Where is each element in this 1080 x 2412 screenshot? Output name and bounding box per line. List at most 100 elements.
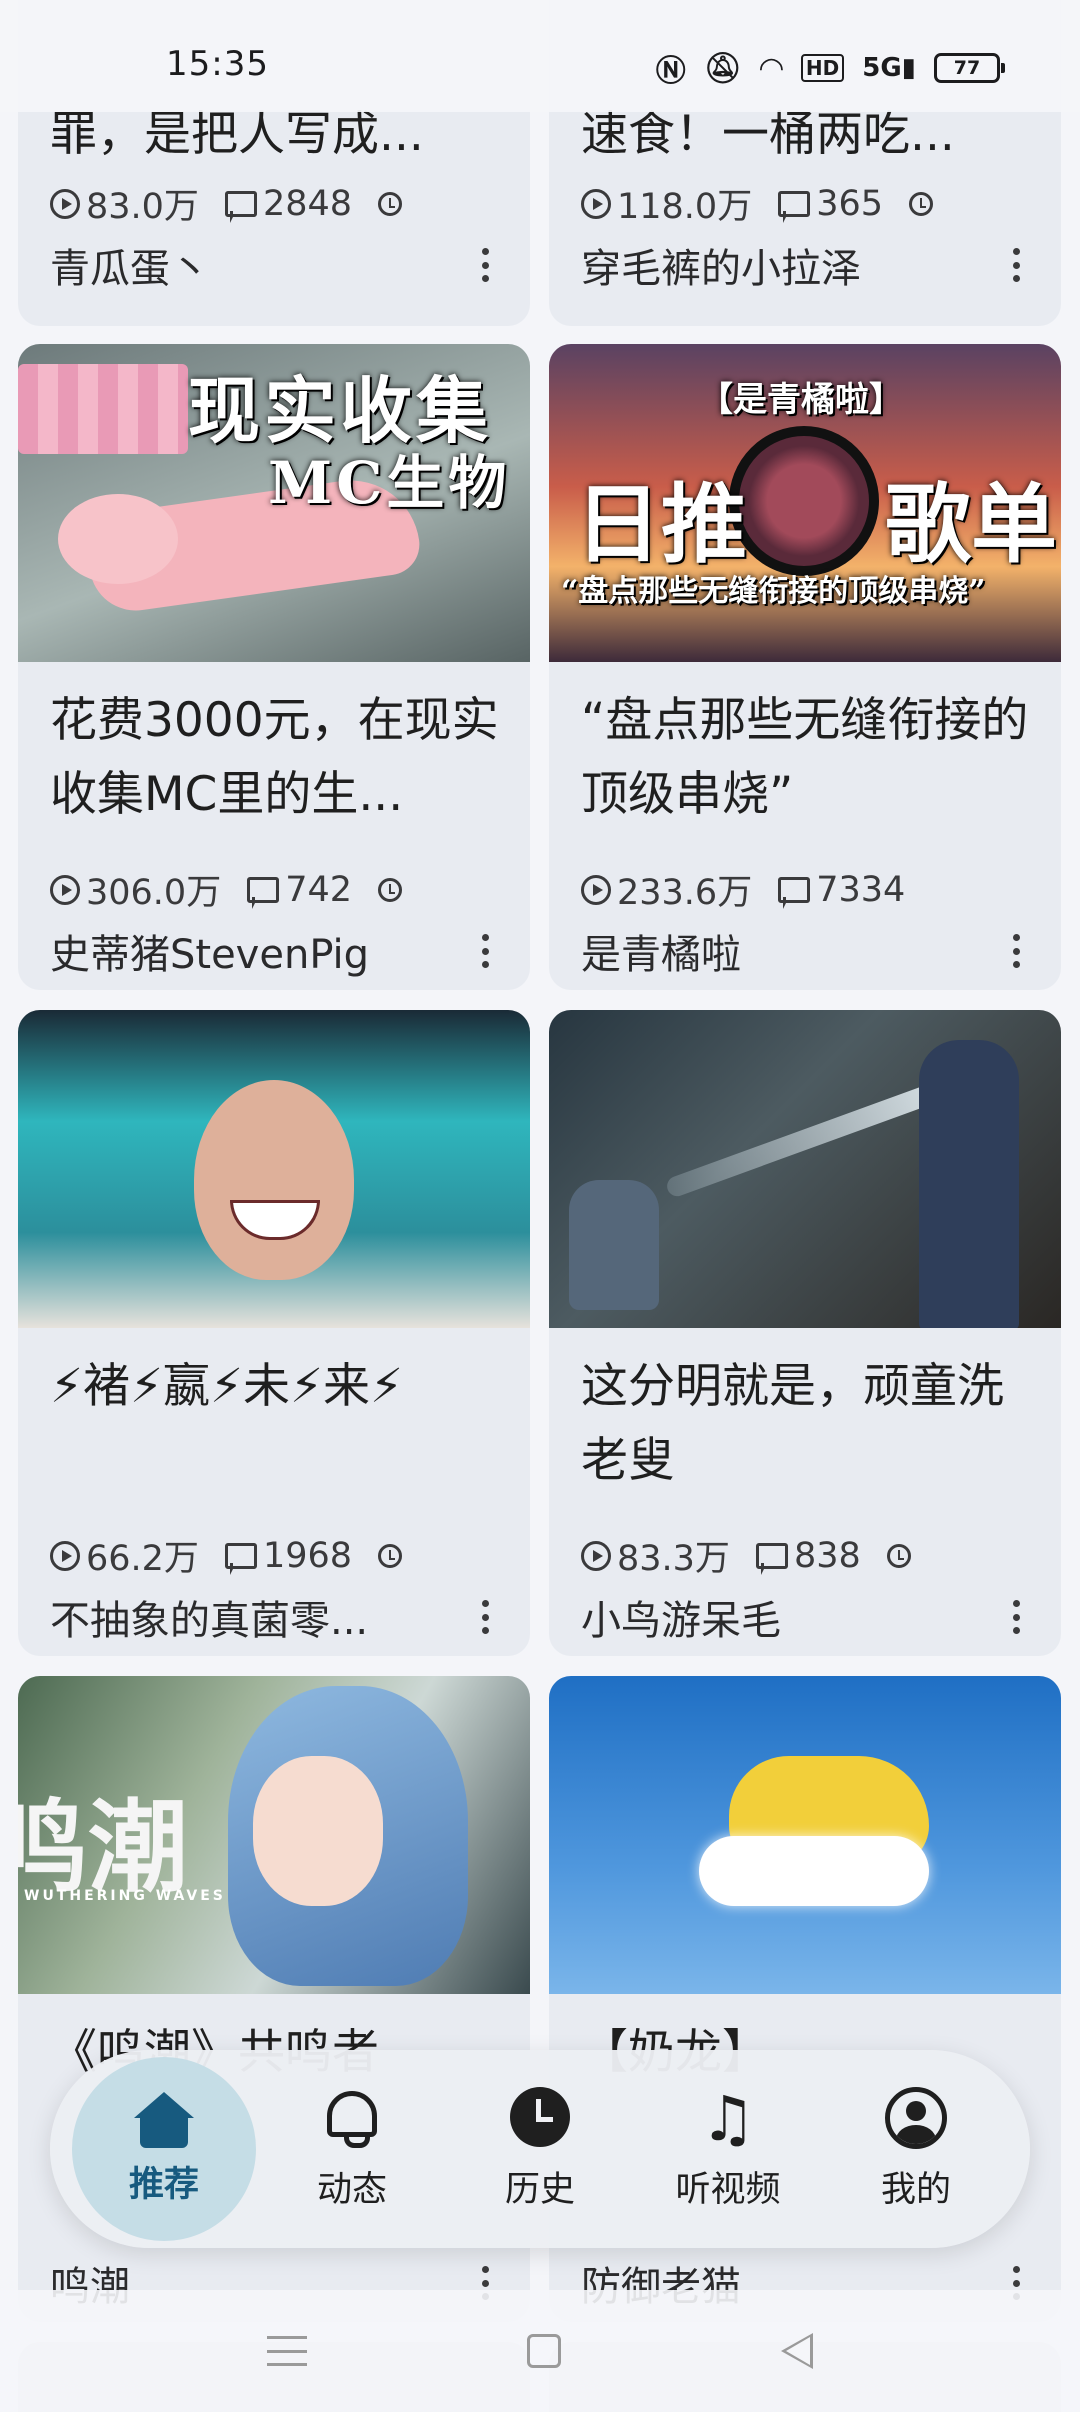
video-card[interactable]: 现实收集 MC生物 花费3000元，在现实收集MC里的生... 306.0万 7… [18, 344, 530, 990]
uploader-name[interactable]: 小鸟游呆毛 [581, 1588, 981, 1646]
comment-icon [224, 1542, 257, 1575]
bottom-navigation: 推荐 动态 历史 ♫ 听视频 我的 [50, 2050, 1030, 2248]
user-icon [884, 2086, 948, 2151]
thumbnail-caption: 歌单 [885, 474, 1057, 575]
nav-item-recommend[interactable]: 推荐 [72, 2057, 256, 2241]
status-time: 15:35 [166, 44, 269, 84]
video-title: 这分明就是，顽童洗老叟 [581, 1359, 1004, 1488]
watch-later-icon[interactable] [909, 191, 934, 216]
video-card[interactable]: 【是青橘啦】 日推 歌单 “盘点那些无缝衔接的顶级串烧” “盘点那些无缝衔接的顶… [549, 344, 1061, 990]
wifi-icon: ◠ [759, 50, 783, 86]
play-count-icon [50, 874, 80, 905]
view-count: 233.6万 [581, 864, 752, 915]
thumbnail-caption: 日推 [575, 474, 747, 575]
thumbnail-caption: WUTHERING WAVES [24, 1888, 226, 1904]
home-icon [134, 2091, 194, 2148]
nav-label: 听视频 [675, 2169, 781, 2210]
play-count-icon [50, 188, 80, 219]
video-thumbnail[interactable]: 现实收集 MC生物 [18, 344, 530, 662]
menu-icon[interactable] [267, 2336, 307, 2366]
thumbnail-caption: MC生物 [268, 449, 511, 517]
system-navigation-bar [0, 2290, 1080, 2412]
more-options-icon[interactable] [480, 1600, 490, 1634]
video-stats: 83.3万 838 [581, 1530, 1031, 1581]
clock-icon [508, 2086, 572, 2151]
video-thumbnail[interactable]: 【是青橘啦】 日推 歌单 “盘点那些无缝衔接的顶级串烧” [549, 344, 1061, 662]
view-count: 83.0万 [50, 178, 199, 229]
cosplayer-face-image [194, 1080, 354, 1280]
uploader-name[interactable]: 青瓜蛋丶 [50, 236, 450, 294]
comment-icon [755, 1542, 788, 1575]
uploader-name[interactable]: 不抽象的真菌零... [50, 1588, 450, 1646]
nav-label: 推荐 [128, 2164, 199, 2205]
comment-count: 2848 [224, 184, 352, 224]
video-thumbnail[interactable]: 鸣潮 WUTHERING WAVES [18, 1676, 530, 1994]
uploader-name[interactable]: 史蒂猪StevenPig [50, 922, 450, 980]
video-card[interactable]: ⚡褚⚡嬴⚡未⚡来⚡ 66.2万 1968 不抽象的真菌零... [18, 1010, 530, 1656]
comment-icon [224, 190, 257, 223]
video-card[interactable]: 这分明就是，顽童洗老叟 83.3万 838 小鸟游呆毛 [549, 1010, 1061, 1656]
back-triangle-icon[interactable] [781, 2333, 813, 2369]
nav-item-me[interactable]: 我的 [824, 2057, 1008, 2241]
home-square-icon[interactable] [527, 2334, 561, 2368]
video-stats: 83.0万 2848 [50, 178, 500, 229]
video-title: “盘点那些无缝衔接的顶级串烧” [581, 693, 1029, 822]
comment-count: 7334 [778, 870, 905, 910]
video-stats: 118.0万 365 [581, 178, 1031, 229]
view-count: 118.0万 [581, 178, 752, 229]
nav-item-history[interactable]: 历史 [448, 2057, 632, 2241]
comment-count: 1968 [224, 1536, 352, 1576]
thumbnail-caption: 【是青橘啦】 [699, 380, 903, 420]
comment-icon [778, 876, 811, 909]
more-options-icon[interactable] [480, 248, 490, 282]
comment-count: 365 [778, 184, 883, 224]
play-count-icon [50, 1540, 80, 1571]
uploader-name[interactable]: 是青橘啦 [581, 922, 981, 980]
pixel-axolotl-image [18, 364, 188, 454]
nav-item-listen[interactable]: ♫ 听视频 [636, 2057, 820, 2241]
watch-later-icon[interactable] [886, 1543, 911, 1568]
uploader-name[interactable]: 穿毛裤的小拉泽 [581, 236, 981, 294]
yellow-creature-on-cloud-image [699, 1756, 929, 1906]
nav-label: 历史 [504, 2169, 575, 2210]
nav-item-dynamic[interactable]: 动态 [260, 2057, 444, 2241]
5g-signal-icon: 5G▮ [862, 53, 916, 83]
video-thumbnail[interactable] [18, 1010, 530, 1328]
water-spray-image [664, 1081, 944, 1199]
view-count: 66.2万 [50, 1530, 199, 1581]
status-bar: 15:35 Ⓝ 🔕︎ ◠ HD 5G▮ 77 [0, 0, 1080, 112]
comment-count: 742 [247, 870, 352, 910]
video-stats: 66.2万 1968 [50, 1530, 500, 1581]
more-options-icon[interactable] [1011, 934, 1021, 968]
status-icons: Ⓝ 🔕︎ ◠ HD 5G▮ 77 [655, 46, 1005, 90]
play-count-icon [581, 874, 611, 905]
video-stats: 233.6万 7334 [581, 864, 1031, 915]
music-note-icon: ♫ [700, 2081, 756, 2155]
video-thumbnail[interactable] [549, 1010, 1061, 1328]
nav-label: 动态 [316, 2169, 387, 2210]
video-thumbnail[interactable] [549, 1676, 1061, 1994]
video-title: ⚡褚⚡嬴⚡未⚡来⚡ [50, 1359, 404, 1414]
watch-later-icon[interactable] [378, 191, 403, 216]
watch-later-icon[interactable] [378, 877, 403, 902]
man-in-suit-image [919, 1040, 1019, 1328]
hd-icon: HD [800, 54, 845, 82]
comment-icon [247, 876, 280, 909]
nfc-icon: Ⓝ [655, 54, 686, 89]
play-count-icon [581, 1540, 611, 1571]
more-options-icon[interactable] [480, 934, 490, 968]
watch-later-icon[interactable] [378, 1543, 403, 1568]
circular-portrait-image [729, 426, 879, 576]
video-title: 花费3000元，在现实收集MC里的生... [50, 693, 499, 822]
video-stats: 306.0万 742 [50, 864, 500, 915]
comment-icon [778, 190, 811, 223]
more-options-icon[interactable] [1011, 1600, 1021, 1634]
view-count: 83.3万 [581, 1530, 730, 1581]
thumbnail-caption: “盘点那些无缝衔接的顶级串烧” [561, 574, 986, 609]
battery-icon: 77 [934, 53, 1005, 83]
more-options-icon[interactable] [1011, 248, 1021, 282]
comment-count: 838 [755, 1536, 861, 1576]
bell-icon [320, 2087, 384, 2151]
view-count: 306.0万 [50, 864, 221, 915]
play-count-icon [581, 188, 611, 219]
